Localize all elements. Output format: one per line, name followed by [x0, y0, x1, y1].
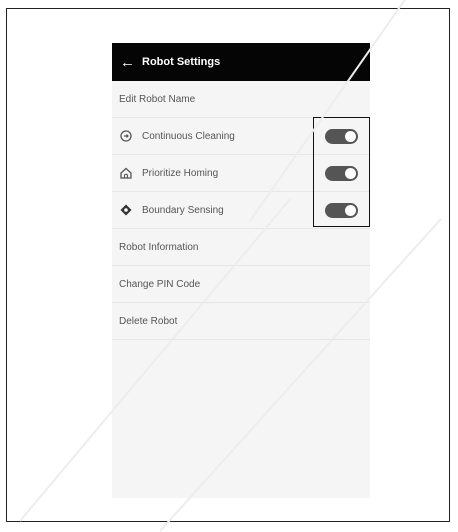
robot-information-label: Robot Information: [119, 241, 199, 253]
boundary-sensing-row: Boundary Sensing: [112, 192, 370, 229]
continuous-cleaning-toggle[interactable]: [325, 128, 358, 144]
prioritize-homing-row: Prioritize Homing: [112, 155, 370, 192]
continuous-cleaning-icon: [120, 130, 132, 142]
continuous-cleaning-row: Continuous Cleaning: [112, 118, 370, 155]
edit-robot-name-item[interactable]: Edit Robot Name: [112, 81, 370, 118]
continuous-cleaning-label: Continuous Cleaning: [142, 130, 235, 142]
settings-screen: ← Robot Settings Edit Robot Name Continu…: [112, 43, 370, 498]
boundary-sensing-label: Boundary Sensing: [142, 204, 224, 216]
delete-robot-label: Delete Robot: [119, 315, 178, 327]
change-pin-code-item[interactable]: Change PIN Code: [112, 266, 370, 303]
edit-robot-name-label: Edit Robot Name: [119, 93, 196, 105]
robot-information-item[interactable]: Robot Information: [112, 229, 370, 266]
back-arrow-icon[interactable]: ←: [120, 54, 138, 71]
boundary-sensing-toggle[interactable]: [325, 202, 358, 218]
delete-robot-item[interactable]: Delete Robot: [112, 303, 370, 340]
prioritize-homing-toggle[interactable]: [325, 165, 358, 181]
home-icon: [120, 167, 132, 179]
prioritize-homing-label: Prioritize Homing: [142, 167, 219, 179]
page-title: Robot Settings: [142, 56, 221, 68]
boundary-sensing-icon: [120, 204, 132, 216]
header-bar: ← Robot Settings: [112, 43, 370, 81]
change-pin-code-label: Change PIN Code: [119, 278, 201, 290]
